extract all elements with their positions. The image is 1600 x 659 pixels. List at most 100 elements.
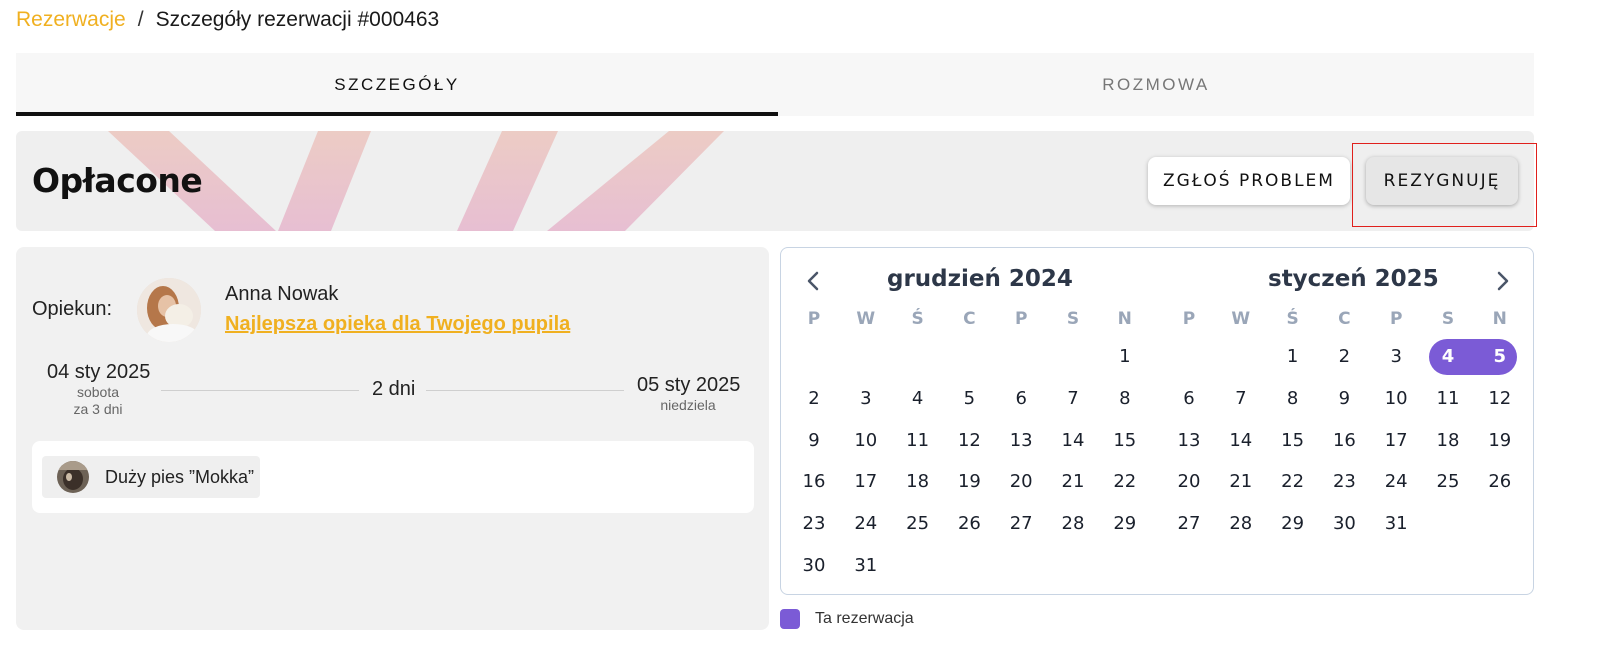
calendar-day[interactable]: 13 [1169,423,1209,459]
calendar-day[interactable]: 2 [1324,339,1364,375]
calendar-day[interactable]: 30 [794,548,834,584]
end-date-value: 05 sty 2025 [637,374,741,396]
calendar-day[interactable]: 16 [1324,423,1364,459]
weekday-label: P [1389,309,1403,329]
calendar-day[interactable]: 15 [1105,423,1145,459]
calendar-day[interactable]: 20 [1001,464,1041,500]
weekday-label: P [1182,309,1196,329]
calendar-day[interactable]: 21 [1221,464,1261,500]
calendar-day[interactable]: 3 [1376,339,1416,375]
calendar-day[interactable]: 6 [1169,381,1209,417]
calendar-day[interactable]: 10 [1376,381,1416,417]
legend-label: Ta rezerwacja [815,610,914,627]
calendar-day[interactable]: 17 [846,464,886,500]
calendar-day[interactable]: 31 [1376,506,1416,542]
breadcrumb-reservations-link[interactable]: Rezerwacje [16,8,126,32]
start-weekday: sobota [76,384,120,400]
pet-chip[interactable]: Duży pies ”Mokka” [42,456,260,498]
calendar-day[interactable]: 2 [794,381,834,417]
weekday-label: Ś [911,309,924,329]
end-date: 05 sty 2025 niedziela [637,374,741,414]
calendar-day[interactable]: 13 [1001,423,1041,459]
calendar-day[interactable]: 28 [1221,506,1261,542]
calendar-day[interactable]: 14 [1221,423,1261,459]
pet-avatar [57,461,89,493]
calendar-day[interactable]: 25 [1428,464,1468,500]
end-weekday: niedziela [660,397,716,413]
calendar-day[interactable]: 11 [1428,381,1468,417]
calendar-day[interactable]: 24 [1376,464,1416,500]
calendar-day[interactable]: 9 [794,423,834,459]
stay-duration: 2 dni [372,378,416,400]
report-problem-button[interactable]: ZGŁOŚ PROBLEM [1148,157,1350,205]
calendar-day-selected[interactable]: 4 [1428,339,1468,375]
start-date: 04 sty 2025 sobota za 3 dni [47,361,150,418]
calendar-day[interactable]: 26 [949,506,989,542]
calendar-day[interactable]: 8 [1105,381,1145,417]
calendar-day[interactable]: 4 [898,381,938,417]
weekday-label: N [1117,309,1132,329]
availability-calendar: grudzień 2024 styczeń 2025 PWŚCPSN123456… [780,247,1534,595]
weekday-label: S [1441,309,1455,329]
calendar-day[interactable]: 23 [794,506,834,542]
previous-month-chevron-icon[interactable] [801,268,827,294]
status-title: Opłacone [32,161,203,200]
tab-conversation[interactable]: ROZMOWA [778,53,1534,116]
calendar-day[interactable]: 17 [1376,423,1416,459]
next-month-chevron-icon[interactable] [1489,268,1515,294]
calendar-day[interactable]: 24 [846,506,886,542]
weekday-label: Ś [1286,309,1299,329]
calendar-day[interactable]: 12 [949,423,989,459]
breadcrumb-separator: / [137,8,144,31]
calendar-day[interactable]: 11 [898,423,938,459]
calendar-day[interactable]: 14 [1053,423,1093,459]
calendar-day[interactable]: 8 [1273,381,1313,417]
calendar-day[interactable]: 7 [1221,381,1261,417]
weekday-label: W [1231,309,1251,329]
calendar-day[interactable]: 16 [794,464,834,500]
calendar-day[interactable]: 29 [1273,506,1313,542]
tab-details[interactable]: SZCZEGÓŁY [16,53,778,116]
caretaker-avatar [137,278,201,342]
calendar-day[interactable]: 18 [1428,423,1468,459]
legend-swatch [780,609,800,629]
calendar-day[interactable]: 27 [1169,506,1209,542]
calendar-day[interactable]: 9 [1324,381,1364,417]
calendar-day[interactable]: 1 [1105,339,1145,375]
calendar-day[interactable]: 12 [1480,381,1520,417]
calendar-day[interactable]: 22 [1273,464,1313,500]
caretaker-label: Opiekun: [32,298,113,320]
calendar-day[interactable]: 19 [1480,423,1520,459]
calendar-legend: Ta rezerwacja [780,609,914,629]
calendar-day[interactable]: 18 [898,464,938,500]
calendar-day[interactable]: 27 [1001,506,1041,542]
calendar-day-selected[interactable]: 5 [1480,339,1520,375]
calendar-day[interactable]: 10 [846,423,886,459]
calendar-day[interactable]: 23 [1324,464,1364,500]
reservation-details-card: Opiekun: Anna Nowak Najlepsza opieka dla… [16,247,769,630]
weekday-label: N [1492,309,1507,329]
cancel-reservation-button[interactable]: REZYGNUJĘ [1366,157,1518,205]
weekday-label: P [807,309,821,329]
calendar-day[interactable]: 30 [1324,506,1364,542]
calendar-day[interactable]: 21 [1053,464,1093,500]
tab-bar: SZCZEGÓŁY ROZMOWA [16,53,1534,116]
calendar-day[interactable]: 3 [846,381,886,417]
calendar-day[interactable]: 7 [1053,381,1093,417]
calendar-day[interactable]: 31 [846,548,886,584]
calendar-day[interactable]: 22 [1105,464,1145,500]
calendar-day[interactable]: 1 [1273,339,1313,375]
weekday-label: S [1066,309,1080,329]
calendar-day[interactable]: 20 [1169,464,1209,500]
calendar-day[interactable]: 29 [1105,506,1145,542]
calendar-day[interactable]: 19 [949,464,989,500]
caretaker-profile-link[interactable]: Najlepsza opieka dla Twojego pupila [225,313,570,336]
breadcrumb-current: Szczegóły rezerwacji #000463 [155,8,440,31]
calendar-day[interactable]: 25 [898,506,938,542]
calendar-day[interactable]: 5 [949,381,989,417]
calendar-day[interactable]: 15 [1273,423,1313,459]
weekday-label: C [963,309,976,329]
calendar-day[interactable]: 6 [1001,381,1041,417]
calendar-day[interactable]: 26 [1480,464,1520,500]
calendar-day[interactable]: 28 [1053,506,1093,542]
